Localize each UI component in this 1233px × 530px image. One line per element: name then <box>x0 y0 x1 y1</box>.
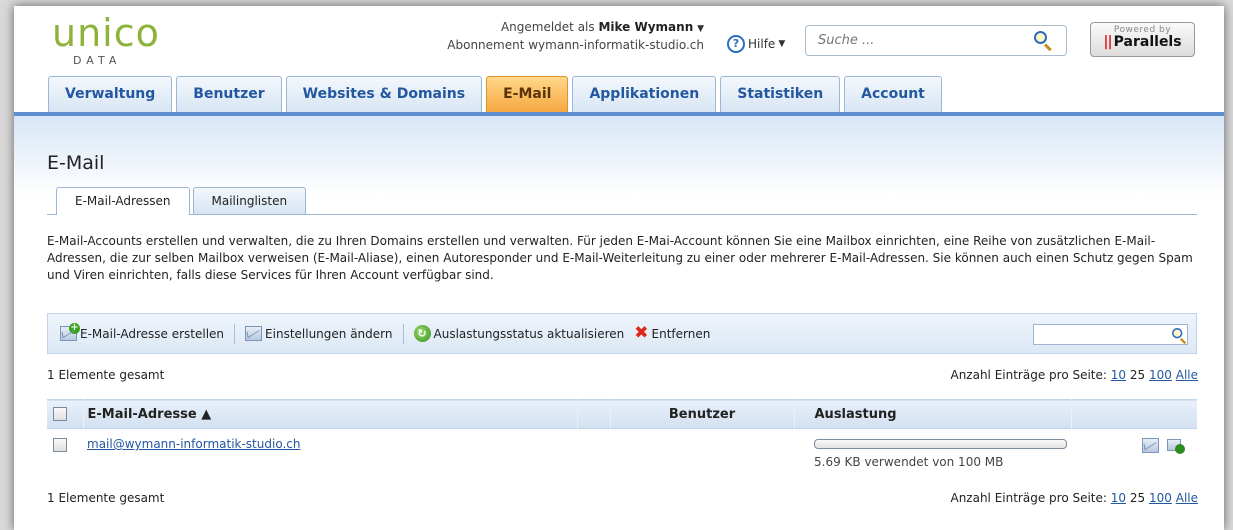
column-usage-header[interactable]: Auslastung <box>794 399 1072 429</box>
list-search <box>1033 324 1188 345</box>
usage-cell: 5.69 KB verwendet von 100 MB <box>794 429 1071 479</box>
toolbar: + E-Mail-Adresse erstellen Einstellungen… <box>47 313 1197 354</box>
tab-statistiken[interactable]: Statistiken <box>720 76 841 112</box>
per-page-label: Anzahl Einträge pro Seite: <box>950 491 1107 505</box>
refresh-usage-button[interactable]: ↻ Auslastungsstatus aktualisieren <box>413 325 635 342</box>
tab-benutzer[interactable]: Benutzer <box>176 76 282 112</box>
page-description: E-Mail-Accounts erstellen und verwalten,… <box>47 234 1193 282</box>
search-icon[interactable] <box>1034 31 1054 52</box>
page-title: E-Mail <box>47 152 105 174</box>
toolbar-separator <box>402 323 404 344</box>
logo-sub-text: DATA <box>73 54 122 67</box>
search-icon[interactable] <box>1172 328 1188 345</box>
subscription-label[interactable]: Abonnement wymann-informatik-studio.ch <box>439 38 704 52</box>
content-header-gradient <box>14 116 1224 196</box>
per-page-100-link[interactable]: 100 <box>1149 368 1172 382</box>
usage-text: 5.69 KB verwendet von 100 MB <box>814 455 1004 469</box>
per-page-bottom: Anzahl Einträge pro Seite: 10 25 100 All… <box>950 491 1198 505</box>
email-table: E-Mail-Adresse ▲ Benutzer Auslastung mai… <box>47 399 1197 479</box>
column-spacer <box>577 399 611 429</box>
select-all-cell <box>47 399 84 429</box>
help-icon: ? <box>727 35 745 53</box>
logged-in-prefix: Angemeldet als <box>500 20 595 34</box>
per-page-10-link[interactable]: 10 <box>1111 491 1126 505</box>
row-actions-cell <box>1071 429 1197 479</box>
spacer-cell <box>577 429 610 479</box>
edit-mail-icon <box>245 326 263 341</box>
user-menu[interactable]: Mike Wymann <box>598 20 693 34</box>
add-mail-icon: + <box>60 323 80 341</box>
total-count-bottom: 1 Elemente gesamt <box>47 491 165 505</box>
mail-forward-icon[interactable] <box>1167 438 1185 454</box>
refresh-usage-label: Auslastungsstatus aktualisieren <box>433 326 625 341</box>
per-page-25-current: 25 <box>1129 491 1146 505</box>
refresh-icon: ↻ <box>413 325 431 342</box>
app-window: unico DATA Angemeldet als Mike Wymann ▼ … <box>14 6 1224 530</box>
header: unico DATA Angemeldet als Mike Wymann ▼ … <box>14 6 1224 116</box>
tab-account[interactable]: Account <box>844 76 942 112</box>
table-header-row: E-Mail-Adresse ▲ Benutzer Auslastung <box>47 399 1197 429</box>
powered-by-parallels-logo[interactable]: Powered by || Parallels <box>1090 22 1195 57</box>
help-label: Hilfe <box>748 37 776 51</box>
user-cell <box>610 429 794 479</box>
total-count-top: 1 Elemente gesamt <box>47 368 165 382</box>
parallels-bars-icon: || <box>1103 34 1112 50</box>
email-address-link[interactable]: mail@wymann-informatik-studio.ch <box>87 437 300 451</box>
list-search-input[interactable] <box>1034 325 1159 343</box>
toolbar-separator <box>234 323 236 344</box>
sub-tabs: E-Mail-Adressen Mailinglisten <box>56 187 307 215</box>
per-page-100-link[interactable]: 100 <box>1149 491 1172 505</box>
column-actions-header <box>1071 400 1197 429</box>
tab-email[interactable]: E-Mail <box>486 76 569 112</box>
per-page-all-link[interactable]: Alle <box>1176 491 1198 505</box>
main-nav-tabs: Verwaltung Benutzer Websites & Domains E… <box>48 76 942 112</box>
parallels-brand: Parallels <box>1113 34 1182 50</box>
per-page-top: Anzahl Einträge pro Seite: 10 25 100 All… <box>950 368 1198 382</box>
email-cell: mail@wymann-informatik-studio.ch <box>83 429 577 479</box>
tab-websites-domains[interactable]: Websites & Domains <box>285 76 483 112</box>
remove-button[interactable]: ✖ Entfernen <box>634 325 720 342</box>
usage-progress-bar <box>814 439 1067 449</box>
per-page-all-link[interactable]: Alle <box>1176 368 1198 382</box>
global-search <box>805 25 1067 56</box>
select-all-checkbox[interactable] <box>53 407 67 421</box>
change-settings-label: Einstellungen ändern <box>265 326 393 341</box>
create-email-label: E-Mail-Adresse erstellen <box>80 326 225 341</box>
tab-verwaltung[interactable]: Verwaltung <box>48 76 173 112</box>
create-email-button[interactable]: + E-Mail-Adresse erstellen <box>60 323 234 341</box>
chevron-down-icon: ▼ <box>778 39 786 49</box>
chevron-down-icon[interactable]: ▼ <box>697 24 704 34</box>
change-settings-button[interactable]: Einstellungen ändern <box>245 326 402 341</box>
subtab-email-addresses[interactable]: E-Mail-Adressen <box>56 187 190 215</box>
edit-mail-icon[interactable] <box>1142 438 1159 453</box>
subtab-divider <box>47 214 1197 215</box>
user-info: Angemeldet als Mike Wymann ▼ Abonnement … <box>439 20 704 52</box>
remove-label: Entfernen <box>651 326 711 341</box>
tab-applikationen[interactable]: Applikationen <box>572 76 717 112</box>
delete-x-icon: ✖ <box>634 323 649 343</box>
row-select-cell <box>47 429 83 479</box>
search-input[interactable] <box>818 33 1018 48</box>
subtab-mailing-lists[interactable]: Mailinglisten <box>192 187 307 214</box>
per-page-label: Anzahl Einträge pro Seite: <box>950 368 1107 382</box>
table-row: mail@wymann-informatik-studio.ch 5.69 KB… <box>47 428 1197 479</box>
row-checkbox[interactable] <box>53 437 67 452</box>
logo[interactable]: unico DATA <box>52 14 160 67</box>
column-user-header[interactable]: Benutzer <box>610 399 795 429</box>
help-menu[interactable]: ? Hilfe ▼ <box>727 35 785 53</box>
logo-main-text: unico <box>52 11 160 55</box>
per-page-25-current: 25 <box>1129 368 1146 382</box>
column-email-header[interactable]: E-Mail-Adresse ▲ <box>83 399 578 429</box>
per-page-10-link[interactable]: 10 <box>1111 368 1126 382</box>
